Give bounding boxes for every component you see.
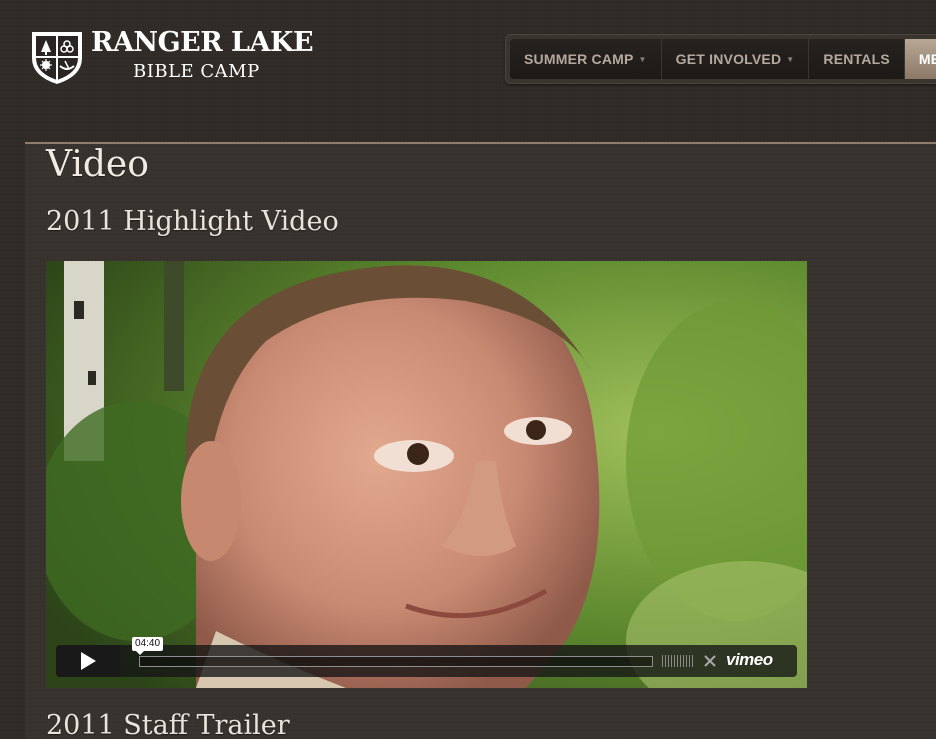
page-title: Video bbox=[46, 144, 149, 185]
video-thumbnail[interactable] bbox=[46, 261, 807, 688]
nav-item-get-involved[interactable]: GET INVOLVED ▼ bbox=[661, 39, 810, 79]
shield-crest-icon bbox=[32, 32, 82, 84]
chevron-down-icon: ▼ bbox=[786, 54, 795, 64]
fullscreen-icon[interactable] bbox=[702, 653, 718, 669]
video-player[interactable]: 04:40 vimeo bbox=[46, 261, 807, 688]
nav-item-label: GET INVOLVED bbox=[675, 51, 782, 67]
nav-item-label: SUMMER CAMP bbox=[524, 51, 634, 67]
nav-item-label: MEDIA bbox=[918, 51, 936, 67]
nav-item-summer-camp[interactable]: SUMMER CAMP ▼ bbox=[510, 39, 662, 79]
content-divider bbox=[25, 142, 936, 144]
main-nav: SUMMER CAMP ▼ GET INVOLVED ▼ RENTALS MED… bbox=[505, 34, 936, 84]
progress-bar[interactable] bbox=[139, 656, 653, 667]
section-title-staff-trailer: 2011 Staff Trailer bbox=[46, 710, 290, 739]
vimeo-logo[interactable]: vimeo bbox=[726, 650, 773, 670]
volume-bars-icon[interactable] bbox=[662, 655, 696, 667]
video-controls: 04:40 vimeo bbox=[56, 637, 797, 677]
nav-item-media[interactable]: MEDIA bbox=[904, 39, 936, 79]
play-button[interactable] bbox=[56, 645, 120, 677]
nav-bar: SUMMER CAMP ▼ GET INVOLVED ▼ RENTALS MED… bbox=[510, 39, 936, 79]
video-duration: 04:40 bbox=[132, 637, 164, 655]
logo-subtitle: BIBLE CAMP bbox=[133, 61, 260, 82]
site-logo[interactable]: RANGER LAKE BIBLE CAMP bbox=[29, 28, 329, 90]
play-icon bbox=[81, 652, 96, 670]
section-title-highlight-video: 2011 Highlight Video bbox=[46, 206, 339, 237]
chevron-down-icon: ▼ bbox=[638, 54, 647, 64]
logo-title: RANGER LAKE bbox=[91, 27, 314, 58]
nav-item-label: RENTALS bbox=[823, 51, 890, 67]
nav-item-rentals[interactable]: RENTALS bbox=[809, 39, 905, 79]
